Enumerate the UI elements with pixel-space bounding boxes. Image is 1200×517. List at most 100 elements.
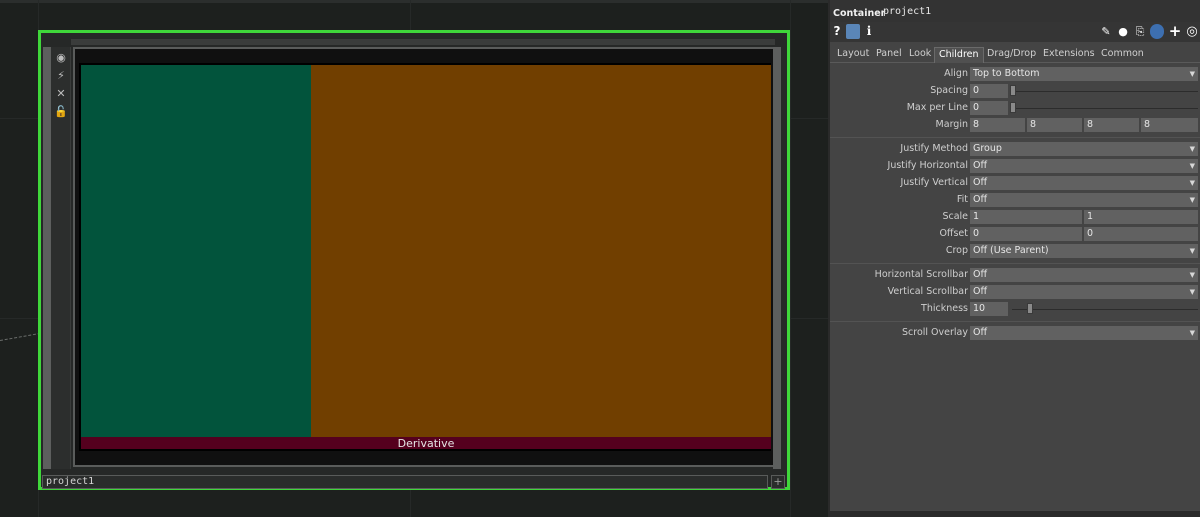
dropdown-value: Off — [973, 160, 988, 171]
help-icon[interactable]: ? — [832, 24, 842, 39]
align-dropdown[interactable]: Top to Bottom ▼ — [970, 67, 1198, 81]
horizontal-scrollbar-dropdown[interactable]: Off ▼ — [970, 268, 1198, 282]
param-row-spacing: Spacing 0 — [830, 84, 1200, 99]
tab-drag-drop[interactable]: Drag/Drop — [983, 47, 1040, 63]
param-label: Fit — [956, 194, 968, 205]
spacing-field[interactable]: 0 — [970, 84, 1008, 98]
viewer-canvas: Derivative — [79, 63, 771, 451]
param-row-thickness: Thickness 10 — [830, 302, 1200, 317]
param-label: Thickness — [921, 303, 968, 314]
chevron-down-icon: ▼ — [1189, 247, 1195, 255]
node-viewer[interactable]: Derivative — [73, 47, 775, 467]
node-add-button[interactable]: + — [771, 475, 785, 489]
param-row-align: Align Top to Bottom ▼ — [830, 67, 1200, 82]
param-row-scroll-overlay: Scroll Overlay Off ▼ — [830, 326, 1200, 341]
offset-y-field[interactable]: 0 — [1084, 227, 1198, 241]
param-row-justify-horizontal: Justify Horizontal Off ▼ — [830, 159, 1200, 174]
param-row-fit: Fit Off ▼ — [830, 193, 1200, 208]
margin-bottom-field[interactable]: 8 — [1084, 118, 1139, 132]
python-help-icon[interactable] — [846, 24, 860, 39]
param-label: Max per Line — [906, 102, 968, 113]
parameter-header: Container project1 — [830, 0, 1200, 22]
dropdown-value: Group — [973, 143, 1002, 154]
network-editor[interactable]: ◉ ⚡ ✕ 🔓 Derivative project1 + — [0, 0, 828, 517]
scroll-overlay-dropdown[interactable]: Off ▼ — [970, 326, 1198, 340]
param-label: Spacing — [930, 85, 968, 96]
param-row-margin: Margin 8 8 8 8 — [830, 118, 1200, 133]
param-label: Align — [944, 68, 968, 79]
thickness-field[interactable]: 10 — [970, 302, 1008, 316]
node-toolbar: ◉ ⚡ ✕ 🔓 — [51, 47, 71, 469]
max-per-line-slider-handle[interactable] — [1010, 102, 1016, 113]
lock-icon[interactable]: 🔓 — [54, 105, 68, 119]
scale-y-field[interactable]: 1 — [1084, 210, 1198, 224]
offset-x-field[interactable]: 0 — [970, 227, 1082, 241]
viewer-toggle-icon[interactable]: ◉ — [54, 51, 68, 65]
max-per-line-field[interactable]: 0 — [970, 101, 1008, 115]
max-per-line-slider-track[interactable] — [1012, 108, 1198, 109]
bypass-icon[interactable]: ✕ — [54, 87, 68, 101]
margin-top-field[interactable]: 8 — [1141, 118, 1198, 132]
param-row-offset: Offset 0 0 — [830, 227, 1200, 242]
tab-layout[interactable]: Layout — [833, 47, 873, 63]
clone-icon[interactable]: ⎘ — [1133, 24, 1147, 39]
child-panel-right — [311, 65, 771, 437]
operator-type: Container — [833, 8, 886, 19]
derivative-label-panel: Derivative — [81, 437, 771, 450]
vertical-scrollbar-dropdown[interactable]: Off ▼ — [970, 285, 1198, 299]
param-label: Justify Horizontal — [887, 160, 968, 171]
justify-method-dropdown[interactable]: Group ▼ — [970, 142, 1198, 156]
param-label: Scroll Overlay — [902, 327, 968, 338]
chevron-down-icon: ▼ — [1189, 196, 1195, 204]
chevron-down-icon: ▼ — [1189, 288, 1195, 296]
container-node[interactable]: ◉ ⚡ ✕ 🔓 Derivative project1 + — [38, 30, 790, 490]
justify-horizontal-dropdown[interactable]: Off ▼ — [970, 159, 1198, 173]
network-top-border — [0, 0, 828, 3]
spacing-slider-handle[interactable] — [1010, 85, 1016, 96]
parameter-tabs: Layout Panel Look Children Drag/Drop Ext… — [830, 44, 1200, 63]
tab-look[interactable]: Look — [905, 47, 935, 63]
param-row-crop: Crop Off (Use Parent) ▼ — [830, 244, 1200, 259]
separator — [830, 137, 1200, 138]
edit-icon[interactable]: ✎ — [1100, 24, 1112, 39]
add-icon[interactable]: + — [1168, 24, 1182, 39]
dropdown-value: Off — [973, 177, 988, 188]
dropdown-value: Off (Use Parent) — [973, 245, 1049, 256]
chevron-down-icon: ▼ — [1189, 329, 1195, 337]
node-right-rail — [773, 47, 781, 469]
grid-line — [790, 0, 791, 517]
crop-dropdown[interactable]: Off (Use Parent) ▼ — [970, 244, 1198, 258]
separator — [830, 263, 1200, 264]
scale-x-field[interactable]: 1 — [970, 210, 1082, 224]
info-icon[interactable]: i — [864, 24, 874, 39]
param-label: Margin — [935, 119, 968, 130]
margin-left-field[interactable]: 8 — [970, 118, 1025, 132]
tab-children[interactable]: Children — [934, 47, 984, 63]
spacing-slider-track[interactable] — [1012, 91, 1198, 92]
fit-dropdown[interactable]: Off ▼ — [970, 193, 1198, 207]
dropdown-value: Off — [973, 194, 988, 205]
python-icon[interactable] — [1150, 24, 1164, 39]
param-label: Vertical Scrollbar — [887, 286, 968, 297]
thickness-slider-track[interactable] — [1012, 309, 1198, 310]
tab-common[interactable]: Common — [1097, 47, 1148, 63]
param-label: Horizontal Scrollbar — [874, 269, 968, 280]
target-icon[interactable]: ◎ — [1185, 24, 1199, 39]
thickness-slider-handle[interactable] — [1027, 303, 1033, 314]
tab-extensions[interactable]: Extensions — [1039, 47, 1099, 63]
cook-icon[interactable]: ⚡ — [54, 69, 68, 83]
param-label: Justify Vertical — [900, 177, 968, 188]
param-row-horizontal-scrollbar: Horizontal Scrollbar Off ▼ — [830, 268, 1200, 283]
chevron-down-icon: ▼ — [1189, 179, 1195, 187]
dropdown-value: Top to Bottom — [973, 68, 1040, 79]
operator-name[interactable]: project1 — [883, 6, 931, 17]
comment-icon[interactable]: ● — [1116, 24, 1130, 39]
margin-right-field[interactable]: 8 — [1027, 118, 1082, 132]
child-panel-left — [81, 65, 311, 437]
justify-vertical-dropdown[interactable]: Off ▼ — [970, 176, 1198, 190]
dropdown-value: Off — [973, 269, 988, 280]
param-row-justify-method: Justify Method Group ▼ — [830, 142, 1200, 157]
tab-panel[interactable]: Panel — [872, 47, 906, 63]
node-name-field[interactable]: project1 — [42, 475, 768, 489]
dropdown-value: Off — [973, 286, 988, 297]
